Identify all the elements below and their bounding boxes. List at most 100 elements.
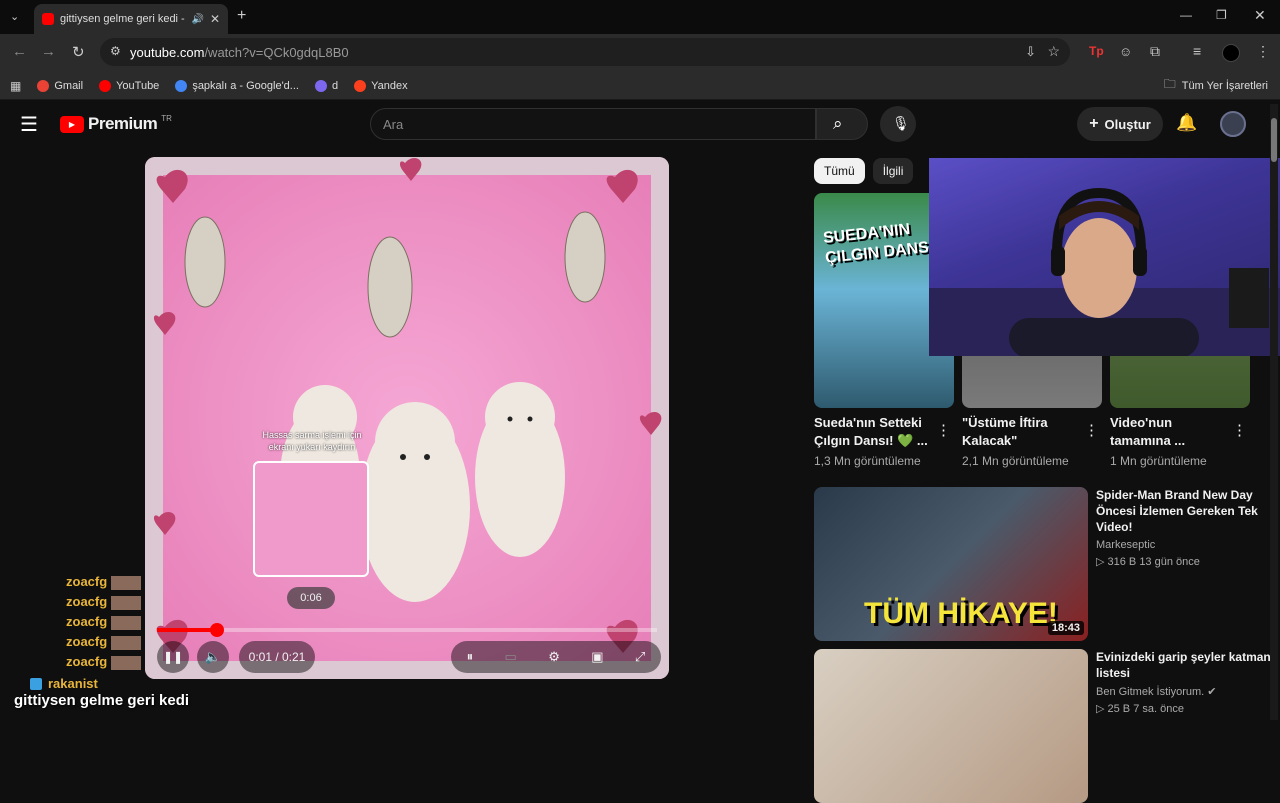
notifications-bell-icon[interactable]: 🔔 — [1176, 113, 1197, 133]
chat-avatar — [111, 655, 142, 670]
video-list-item[interactable]: Evinizdeki garip şeyler katman listesi B… — [814, 649, 1280, 803]
autoplay-toggle-icon[interactable]: ⏸ — [467, 649, 474, 665]
chat-badge-icon — [30, 677, 42, 690]
bookmark-list: Gmail YouTube şapkalı a - Google'd... d Yand… — [37, 79, 423, 92]
hamburger-menu-icon[interactable]: ☰ — [20, 112, 38, 137]
search-placeholder: Ara — [383, 116, 404, 132]
bookmark-favicon-icon — [99, 79, 112, 92]
time-display: 0:01 / 0:21 — [239, 641, 315, 673]
bookmark-favicon-icon — [354, 79, 367, 92]
extension-tp-icon[interactable]: Tp — [1089, 44, 1104, 58]
tab-list-icon[interactable]: ⌄ — [10, 10, 19, 23]
video-title[interactable]: Evinizdeki garip şeyler katman listesi — [1096, 649, 1280, 681]
youtube-logo[interactable]: ▶ Premium TR — [60, 114, 172, 134]
chat-avatar — [111, 615, 142, 630]
webcam-overlay — [929, 158, 1280, 356]
bookmark-label: şapkalı a - Google'd... — [192, 79, 299, 92]
extensions-puzzle-icon[interactable]: ⧉ — [1150, 43, 1160, 60]
extension-face-icon[interactable]: ☺ — [1119, 44, 1132, 59]
url-host: youtube.com — [130, 44, 205, 60]
theater-mode-icon[interactable]: ▣ — [591, 649, 603, 665]
subtitles-icon[interactable]: ▭ — [505, 649, 517, 665]
address-bar[interactable]: ⚙ youtube.com /watch?v=QCk0gdqL8B0 ⇩ ☆ — [100, 38, 1070, 66]
overlay-caption: gittiysen gelme geri kedi — [14, 692, 190, 709]
more-actions-icon[interactable]: ⋮ — [1084, 421, 1099, 439]
chat-avatar — [111, 575, 142, 590]
logo-country: TR — [161, 114, 172, 123]
youtube-header: ☰ ▶ Premium TR Ara ⌕ 🎙 + Oluştur 🔔 — [0, 100, 1280, 148]
more-actions-icon[interactable]: ⋮ — [936, 421, 951, 439]
short-title[interactable]: Sueda'nın Setteki Çılgın Dansı! 💚 ... — [814, 414, 932, 450]
seek-preview-hint: Hassas sarma işlemi için ekranı yukarı k… — [262, 430, 362, 452]
seek-preview-thumbnail — [253, 461, 369, 577]
pause-button[interactable]: ❚❚ — [157, 641, 189, 673]
volume-button[interactable]: 🔈 — [197, 641, 229, 673]
speaker-icon[interactable]: 🔊 — [191, 14, 203, 25]
video-meta: Evinizdeki garip şeyler katman listesi B… — [1096, 649, 1280, 803]
all-bookmarks[interactable]: 🗀 Tüm Yer İşaretleri — [1164, 75, 1268, 96]
short-title[interactable]: Video'nun tamamına ... — [1110, 414, 1228, 450]
video-list-item[interactable]: TÜM HİKAYE! 18:43 Spider-Man Brand New D… — [814, 487, 1280, 641]
site-info-icon[interactable]: ⚙ — [110, 44, 121, 58]
forward-icon[interactable]: → — [41, 43, 56, 60]
video-player[interactable]: Hassas sarma işlemi için ekranı yukarı k… — [145, 157, 669, 679]
reload-icon[interactable]: ↻ — [72, 43, 85, 61]
chip-all[interactable]: Tümü — [814, 158, 865, 184]
verified-icon: ✔ — [1207, 686, 1217, 698]
close-tab-icon[interactable]: ✕ — [210, 12, 220, 26]
menu-kebab-icon[interactable]: ⋮ — [1256, 43, 1270, 60]
bookmark-item[interactable]: YouTube — [99, 79, 159, 92]
video-thumbnail[interactable]: TÜM HİKAYE! 18:43 — [814, 487, 1088, 641]
profile-avatar[interactable] — [1222, 44, 1240, 62]
bookmark-item[interactable]: şapkalı a - Google'd... — [175, 79, 299, 92]
browser-tab[interactable]: gittiysen gelme geri kedi - 🔊 ✕ — [34, 4, 228, 34]
video-stats: ▷ 316 B 13 gün önce — [1096, 556, 1200, 568]
search-icon: ⌕ — [833, 114, 843, 133]
scrollbar-thumb[interactable] — [1271, 118, 1277, 162]
voice-search-button[interactable]: 🎙 — [880, 106, 916, 142]
video-frame — [145, 157, 669, 679]
progress-scrubber[interactable] — [210, 623, 224, 637]
chip-related[interactable]: İlgili — [872, 158, 914, 184]
short-views: 2,1 Mn görüntüleme — [962, 454, 1069, 468]
bookmark-label: Gmail — [54, 79, 84, 92]
video-channel[interactable]: Ben Gitmek İstiyorum. ✔ — [1096, 685, 1280, 698]
search-button[interactable]: ⌕ — [816, 108, 868, 140]
bookmark-item[interactable]: d — [314, 79, 338, 92]
install-app-icon[interactable]: ⇩ — [1025, 44, 1036, 60]
fullscreen-icon[interactable]: ⤢ — [635, 649, 645, 665]
browser-toolbar: ← → ↻ ⚙ youtube.com /watch?v=QCk0gdqL8B0… — [0, 34, 1280, 72]
video-thumbnail[interactable] — [814, 649, 1088, 803]
create-button[interactable]: + Oluştur — [1077, 107, 1163, 141]
player-right-controls: ⏸ ▭ ⚙ ▣ ⤢ — [451, 641, 661, 673]
new-tab-icon[interactable]: + — [237, 7, 246, 25]
tab-title: gittiysen gelme geri kedi - — [60, 13, 185, 25]
more-actions-icon[interactable]: ⋮ — [1232, 421, 1247, 439]
chat-message: zoacfg — [66, 654, 142, 670]
video-channel[interactable]: Markeseptic — [1096, 539, 1280, 551]
video-duration: 18:43 — [1047, 621, 1084, 635]
video-meta: Spider-Man Brand New Day Öncesi İzlemen … — [1096, 487, 1280, 641]
back-icon[interactable]: ← — [12, 43, 27, 60]
search-input[interactable]: Ara — [370, 108, 816, 140]
bookmark-item[interactable]: Yandex — [354, 79, 408, 92]
maximize-icon[interactable]: ❐ — [1216, 8, 1227, 22]
chat-message: zoacfg — [66, 614, 142, 630]
minimize-icon[interactable]: — — [1180, 8, 1192, 22]
page-scrollbar[interactable] — [1270, 104, 1278, 720]
settings-gear-icon[interactable]: ⚙ — [548, 649, 560, 665]
youtube-play-logo-icon: ▶ — [60, 115, 84, 133]
account-avatar[interactable] — [1220, 111, 1246, 137]
bookmarks-bar: ▦ Gmail YouTube şapkalı a - Google'd... d Ya… — [0, 72, 1280, 100]
progress-bar[interactable] — [157, 623, 657, 637]
folder-icon: 🗀 — [1163, 77, 1176, 91]
bookmark-item[interactable]: Gmail — [37, 79, 84, 92]
close-window-icon[interactable]: ✕ — [1254, 7, 1266, 24]
bookmark-star-icon[interactable]: ☆ — [1047, 43, 1060, 60]
apps-grid-icon[interactable]: ▦ — [10, 79, 21, 93]
bookmark-favicon-icon — [37, 79, 50, 92]
media-control-icon[interactable]: ≡ — [1193, 43, 1201, 59]
all-bookmarks-label: Tüm Yer İşaretleri — [1181, 79, 1268, 92]
short-title[interactable]: "Üstüme İftira Kalacak" — [962, 414, 1080, 450]
video-title[interactable]: Spider-Man Brand New Day Öncesi İzlemen … — [1096, 487, 1280, 535]
